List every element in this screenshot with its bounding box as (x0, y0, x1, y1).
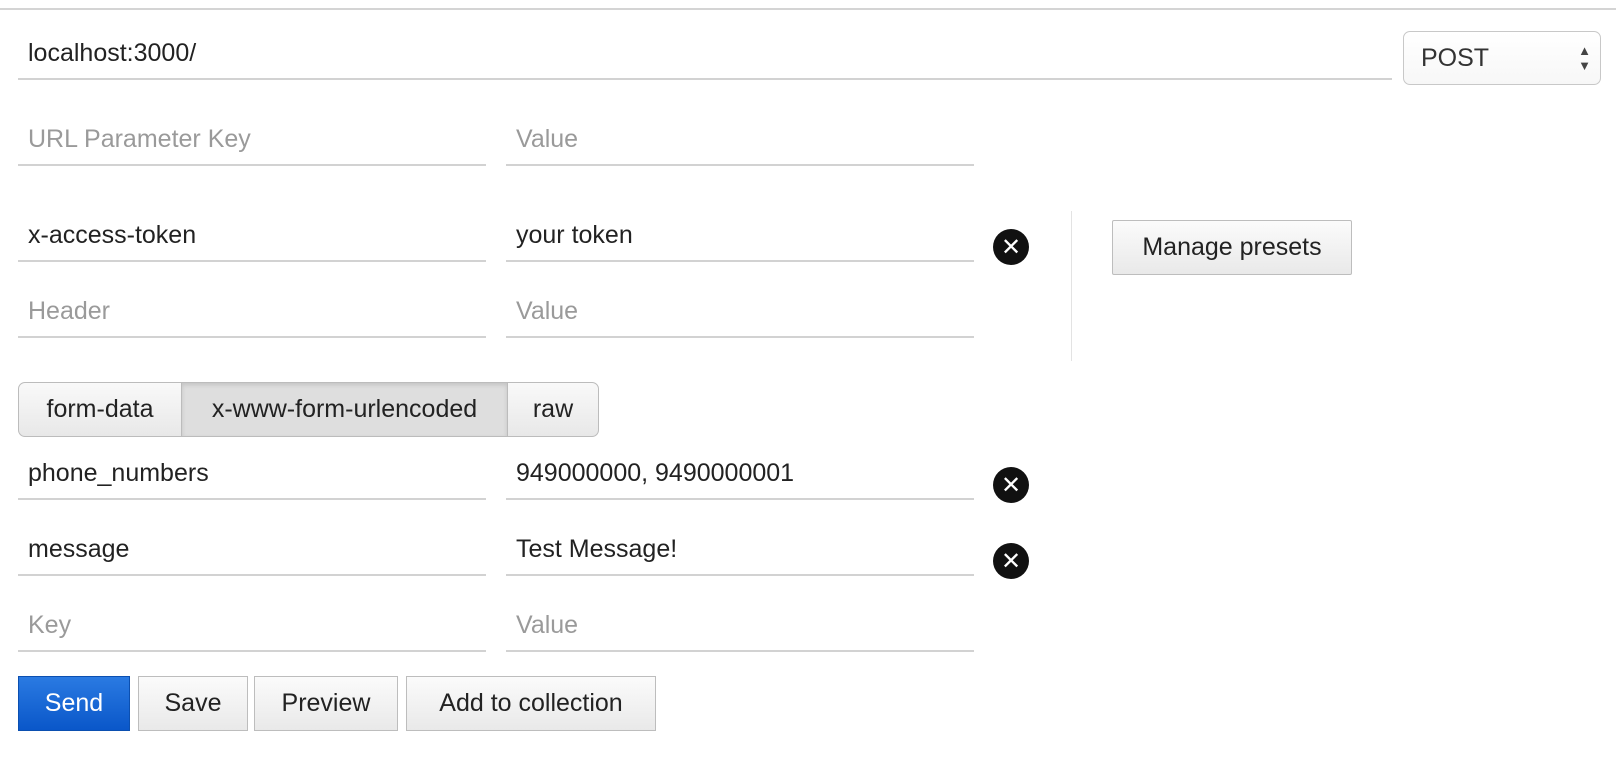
sort-arrows-icon: ▲ ▼ (1578, 43, 1591, 73)
tab-x-www-form-urlencoded[interactable]: x-www-form-urlencoded (181, 382, 508, 437)
header-key-input[interactable] (18, 210, 486, 262)
remove-body-row-icon[interactable]: ✕ (993, 467, 1029, 503)
body-value-input[interactable] (506, 448, 974, 500)
header-value-input-empty[interactable] (506, 286, 974, 338)
top-divider (0, 8, 1616, 10)
header-key-input-empty[interactable] (18, 286, 486, 338)
body-value-input-empty[interactable] (506, 600, 974, 652)
add-to-collection-button[interactable]: Add to collection (406, 676, 656, 731)
remove-header-icon[interactable]: ✕ (993, 229, 1029, 265)
method-select-value: POST (1421, 44, 1490, 72)
vertical-divider (1071, 211, 1072, 361)
body-key-input[interactable] (18, 524, 486, 576)
method-select[interactable]: POST ▲ ▼ (1403, 31, 1601, 85)
remove-body-row-icon[interactable]: ✕ (993, 543, 1029, 579)
manage-presets-button[interactable]: Manage presets (1112, 220, 1352, 275)
url-param-key-input[interactable] (18, 114, 486, 166)
tab-form-data[interactable]: form-data (18, 382, 182, 437)
url-param-value-input[interactable] (506, 114, 974, 166)
body-key-input[interactable] (18, 448, 486, 500)
header-value-input[interactable] (506, 210, 974, 262)
save-button[interactable]: Save (138, 676, 248, 731)
url-input[interactable] (18, 28, 1392, 80)
preview-button[interactable]: Preview (254, 676, 398, 731)
tab-raw[interactable]: raw (507, 382, 599, 437)
send-button[interactable]: Send (18, 676, 130, 731)
body-key-input-empty[interactable] (18, 600, 486, 652)
body-value-input[interactable] (506, 524, 974, 576)
